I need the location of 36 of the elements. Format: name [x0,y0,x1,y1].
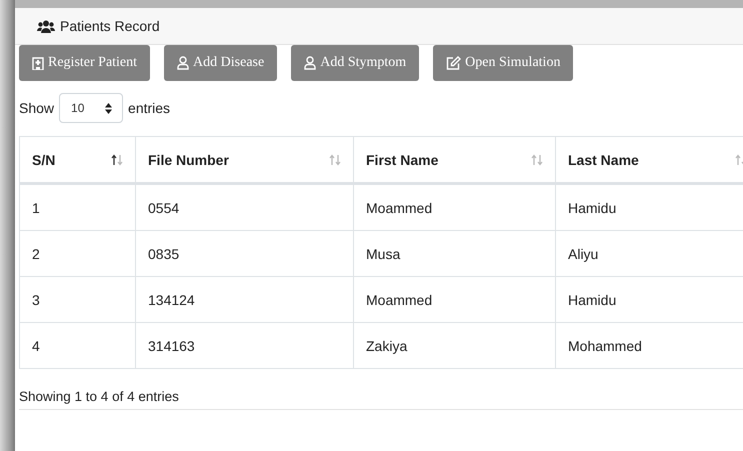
column-header[interactable]: Last Name [568,152,639,168]
length-label: Show [19,100,54,116]
toolbar-button[interactable]: Open Simulation [433,45,574,81]
sort-icon[interactable] [111,154,123,166]
user-icon [177,56,190,70]
table-cell: 134124 [148,292,195,308]
toolbar-button[interactable]: Add Stymptom [291,45,420,81]
table-cell: 0835 [148,246,180,262]
toolbar-button[interactable]: Add Disease [164,45,278,81]
table-cell: Musa [366,246,400,262]
table-cell: Mohammed [568,338,642,354]
table-cell: 4 [32,338,40,354]
table-cell: Zakiya [366,338,408,354]
table-cell: 314163 [148,338,195,354]
table-info: Showing 1 to 4 of 4 entries [19,389,179,404]
users-icon [37,20,55,32]
table-cell: Aliyu [568,246,598,262]
edit-icon [446,56,462,70]
table-cell: Hamidu [568,292,616,308]
user-icon [304,56,316,70]
toolbar-button[interactable]: Register Patient [19,45,150,81]
table-cell: Moammed [366,292,432,308]
table-cell: Hamidu [568,200,616,216]
card-title: Patients Record [60,18,160,34]
table-cell: Moammed [366,200,432,216]
table-cell: 3 [32,292,40,308]
column-header[interactable]: File Number [148,152,229,168]
column-header[interactable]: First Name [366,152,438,168]
column-header[interactable]: S/N [32,152,56,168]
spinner-icon [105,102,112,114]
entries-select[interactable]: 10 [59,93,124,123]
table-cell: 2 [32,246,40,262]
hospital-icon [32,56,44,70]
table-cell: 0554 [148,200,180,216]
table-cell: 1 [32,200,40,216]
length-label: entries [128,100,170,116]
